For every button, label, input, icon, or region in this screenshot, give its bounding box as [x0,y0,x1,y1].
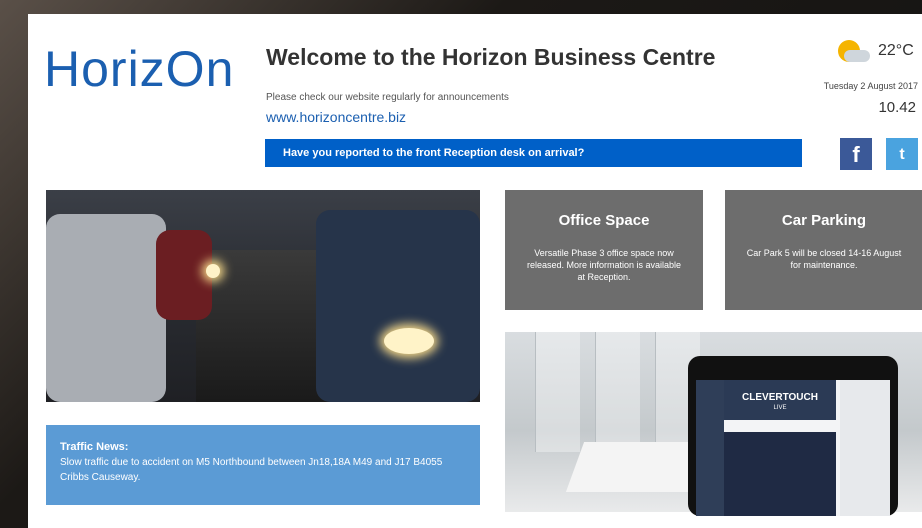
welcome-title: Welcome to the Horizon Business Centre [266,44,716,70]
website-link[interactable]: www.horizoncentre.biz [266,109,406,125]
traffic-photo [46,190,480,402]
reception-banner: Have you reported to the front Reception… [265,139,802,167]
car-parking-title: Car Parking [781,212,867,229]
office-space-title: Office Space [558,212,650,229]
tablet-screen: CLEVERTOUCH LIVE [696,380,890,516]
temperature: 22°C [878,42,914,59]
clevertouch-sub: LIVE [773,405,787,411]
traffic-news-body: Slow traffic due to accident on M5 North… [60,457,443,483]
facebook-icon[interactable]: f [840,138,872,170]
office-space-tile: Office Space Versatile Phase 3 office sp… [505,190,703,310]
office-space-body: Versatile Phase 3 office space now relea… [526,248,682,282]
tablet-header: CLEVERTOUCH LIVE [724,380,836,420]
current-date: Tuesday 2 August 2017 [823,81,918,91]
headlight [206,264,220,278]
clevertouch-logo: CLEVERTOUCH [742,392,818,403]
tablet-device: CLEVERTOUCH LIVE [688,356,898,516]
horizon-logo: HorizOn [44,41,235,97]
cloud-icon [844,50,870,62]
blue-car [316,210,480,402]
red-car [156,230,212,320]
glass-panel [535,332,580,452]
tablet-sidebar [696,380,724,516]
tablet-right-panel [840,380,890,516]
weather-widget: 22°C [838,36,922,66]
traffic-news-title: Traffic News: [60,441,129,453]
silver-car [46,214,166,402]
glass-panel [595,332,640,452]
traffic-news-panel: Traffic News: Slow traffic due to accide… [46,425,480,505]
tablet-panel [724,432,836,516]
announcement-subtext: Please check our website regularly for a… [266,92,509,103]
car-parking-tile: Car Parking Car Park 5 will be closed 14… [725,190,922,310]
twitter-icon[interactable]: t [886,138,918,170]
headlight [384,328,434,354]
car-parking-body: Car Park 5 will be closed 14-16 August f… [746,248,902,270]
current-time: 10.42 [878,99,916,116]
